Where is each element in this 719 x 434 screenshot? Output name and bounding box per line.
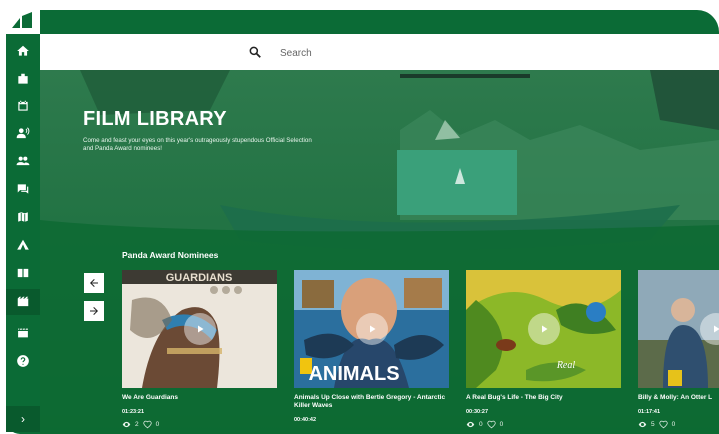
film-card[interactable]: Real A Real Bug's Life - The Big City 00… [466,270,621,434]
people-icon[interactable] [14,152,32,170]
view-count: 2 [135,421,139,428]
arrow-right-icon [90,307,98,315]
search-icon[interactable] [248,45,262,59]
eye-icon [638,421,647,428]
like-count: 0 [499,421,504,428]
book-icon[interactable] [14,264,32,282]
speaker-icon[interactable] [14,124,32,142]
film-title[interactable]: We Are Guardians [122,394,277,402]
play-icon [370,325,376,333]
film-duration: 00:40:42 [294,417,317,423]
view-count: 0 [479,421,483,428]
arrow-left-icon [90,279,98,287]
eye-icon [122,421,131,428]
top-strip [0,0,719,34]
sidebar: › [6,34,40,434]
scroll-right-button[interactable] [84,301,104,321]
film-poster[interactable]: Real [466,270,621,388]
film-card[interactable]: Billy & Molly: An Otter L 01:17:41 5 0 [638,270,719,434]
film-poster[interactable] [638,270,719,388]
calendar-icon[interactable] [14,97,32,115]
play-icon [542,325,548,333]
chat-icon[interactable] [14,180,32,198]
film-title[interactable]: Billy & Molly: An Otter L [638,394,719,402]
heart-icon[interactable] [486,420,496,429]
poster-title: GUARDIANS [166,272,233,284]
play-icon [198,325,204,333]
map-icon[interactable] [14,208,32,226]
search-bar [40,34,719,70]
heart-icon[interactable] [658,420,668,429]
play-icon [714,325,719,333]
film-stats: 0 0 [466,420,503,429]
logo-icon[interactable] [6,12,36,32]
film-duration: 01:23:21 [122,409,145,415]
badge-icon[interactable] [14,70,32,88]
chevron-right-icon: › [21,412,25,426]
page-subtitle: Come and feast your eyes on this year's … [83,137,312,152]
search-input[interactable] [278,43,582,63]
poster-title: ANIMALS [308,363,399,385]
film-stats: 5 0 [638,420,675,429]
play-button[interactable] [528,313,560,345]
scroll-left-button[interactable] [84,273,104,293]
app-frame: › Search FILM LIBRARY Come and feast you… [0,0,719,434]
film-duration: 00:30:27 [466,409,489,415]
play-button[interactable] [184,313,216,345]
page-title: FILM LIBRARY [83,108,227,130]
like-count: 0 [155,421,160,428]
film-poster[interactable]: ANIMALS [294,270,449,388]
film-stats: 2 0 [122,420,159,429]
film-card[interactable]: ANIMALS Animals Up Close with Bertie Gre… [294,270,449,434]
eye-icon [466,421,475,428]
expand-sidebar-button[interactable]: › [6,406,40,432]
view-count: 5 [651,421,655,428]
film-icon[interactable] [6,289,40,315]
play-button[interactable] [356,313,388,345]
home-icon[interactable] [14,42,32,60]
clapper-icon[interactable] [14,324,32,342]
like-count: 0 [671,421,676,428]
heart-icon[interactable] [142,420,152,429]
main-content: FILM LIBRARY Come and feast your eyes on… [40,70,719,434]
tent-icon[interactable] [14,236,32,254]
film-card[interactable]: GUARDIANS We Are Guardians 01:23:21 2 0 [122,270,277,434]
film-title[interactable]: A Real Bug's Life - The Big City [466,394,621,402]
film-poster[interactable]: GUARDIANS [122,270,277,388]
help-icon[interactable] [14,352,32,370]
film-title[interactable]: Animals Up Close with Bertie Gregory - A… [294,394,449,410]
film-duration: 01:17:41 [638,409,661,415]
poster-title: Real [556,360,576,371]
section-title: Panda Award Nominees [122,250,219,260]
